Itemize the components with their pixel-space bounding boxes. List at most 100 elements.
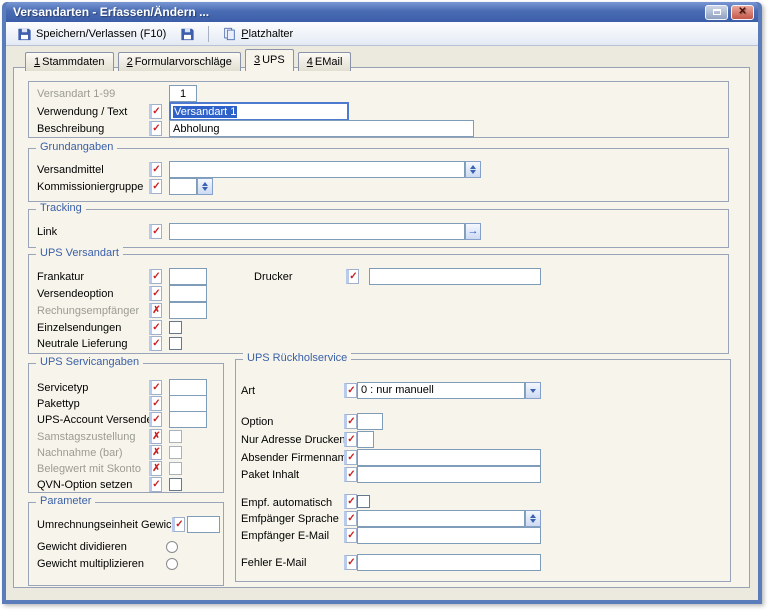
save-exit-button[interactable]: Speichern/Verlassen (F10)	[12, 24, 171, 44]
versandmittel-spinner-icon[interactable]	[465, 161, 481, 178]
fehler-email-input[interactable]	[357, 554, 541, 571]
rechnungsempfaenger-edit-flag-icon[interactable]: ✗	[149, 303, 162, 318]
placeholder-button[interactable]: Platzhalter	[217, 24, 298, 44]
versandart-input[interactable]	[169, 85, 197, 102]
nur-adresse-drucken-input[interactable]	[357, 431, 374, 448]
tab-email[interactable]: 4 EMail	[297, 52, 352, 71]
einzelsendungen-label: Einzelsendungen	[37, 322, 122, 334]
verwendung-edit-flag-icon[interactable]: ✓	[149, 104, 162, 119]
frankatur-edit-flag-icon[interactable]: ✓	[149, 269, 162, 284]
toolbar-separator	[208, 25, 210, 42]
samstagszustellung-checkbox[interactable]	[169, 430, 182, 443]
servicetyp-input[interactable]	[169, 379, 207, 396]
servicetyp-edit-flag-icon[interactable]: ✓	[149, 380, 162, 395]
versandmittel-edit-flag-icon[interactable]: ✓	[149, 162, 162, 177]
empf-automatisch-checkbox[interactable]	[357, 495, 370, 508]
belegwert-label: Belegwert mit Skonto	[37, 463, 141, 475]
beschreibung-label: Beschreibung	[37, 123, 105, 135]
versendeoption-input[interactable]	[169, 285, 207, 302]
versandmittel-combo-input[interactable]	[169, 161, 465, 178]
pakettyp-input[interactable]	[169, 395, 207, 412]
fehler-email-edit-flag-icon[interactable]: ✓	[344, 555, 357, 570]
close-button[interactable]: ✕	[731, 4, 754, 20]
kommissioniergruppe-spinner-icon[interactable]	[197, 178, 213, 195]
paket-inhalt-edit-flag-icon[interactable]: ✓	[344, 467, 357, 482]
close-icon: ✕	[738, 6, 747, 17]
samstagszustellung-edit-flag-icon[interactable]: ✗	[149, 429, 162, 444]
empfaenger-sprache-spinner-icon[interactable]	[525, 510, 541, 527]
gewicht-dividieren-label: Gewicht dividieren	[37, 541, 127, 553]
link-label: Link	[37, 226, 58, 238]
nachnahme-edit-flag-icon[interactable]: ✗	[149, 445, 162, 460]
link-go-button[interactable]: →	[465, 223, 481, 240]
einzelsendungen-checkbox[interactable]	[169, 321, 182, 334]
group-parameter-title: Parameter	[36, 495, 96, 507]
pakettyp-edit-flag-icon[interactable]: ✓	[149, 396, 162, 411]
qvn-option-edit-flag-icon[interactable]: ✓	[149, 477, 162, 492]
drucker-edit-flag-icon[interactable]: ✓	[346, 269, 359, 284]
gewicht-multiplizieren-radio[interactable]	[166, 558, 178, 570]
umrechnungseinheit-edit-flag-icon[interactable]: ✓	[172, 517, 185, 532]
ups-account-input[interactable]	[169, 411, 207, 428]
tab-page-ups: Versandart 1-99 Verwendung / Text ✓ Vers…	[13, 67, 750, 588]
save-icon	[18, 28, 31, 40]
umrechnungseinheit-label: Umrechnungseinheit Gewicht	[37, 519, 181, 531]
window-body: Speichern/Verlassen (F10) Platzhalter 1S…	[6, 22, 758, 600]
beschreibung-input[interactable]	[169, 120, 474, 137]
rechnungsempfaenger-input[interactable]	[169, 302, 207, 319]
option-edit-flag-icon[interactable]: ✓	[344, 414, 357, 429]
art-combobox[interactable]: 0 : nur manuell	[357, 382, 525, 399]
restore-button[interactable]	[705, 4, 728, 20]
rechnungsempfaenger-label: Rechungsempfänger	[37, 305, 140, 317]
ups-account-edit-flag-icon[interactable]: ✓	[149, 412, 162, 427]
empf-automatisch-edit-flag-icon[interactable]: ✓	[344, 494, 357, 509]
tabstrip: 1 Stammdaten 2 Formularvorschläge 3 UPS 4 EM…	[25, 49, 352, 71]
group-ups-versandart-title: UPS Versandart	[36, 247, 123, 259]
kommissioniergruppe-input[interactable]	[169, 178, 197, 195]
umrechnungseinheit-input[interactable]	[187, 516, 220, 533]
ups-account-label: UPS-Account Versender	[37, 414, 157, 426]
option-label: Option	[241, 416, 274, 428]
link-input[interactable]	[169, 223, 465, 240]
verwendung-input[interactable]: Versandart 1	[169, 102, 349, 121]
empfaenger-email-edit-flag-icon[interactable]: ✓	[344, 528, 357, 543]
nur-adresse-drucken-edit-flag-icon[interactable]: ✓	[344, 432, 357, 447]
frankatur-input[interactable]	[169, 268, 207, 285]
tab-formularvorschlaege[interactable]: 2 Formularvorschläge	[117, 52, 241, 71]
tab-stammdaten[interactable]: 1 Stammdaten	[25, 52, 114, 71]
drucker-input[interactable]	[369, 268, 541, 285]
empfaenger-sprache-combo-input[interactable]	[357, 510, 525, 527]
kommissioniergruppe-label: Kommissioniergruppe	[37, 181, 144, 193]
group-ups-rueckholservice-title: UPS Rückholservice	[243, 352, 352, 364]
versandmittel-label: Versandmittel	[37, 164, 104, 176]
empfaenger-sprache-edit-flag-icon[interactable]: ✓	[344, 511, 357, 526]
beschreibung-edit-flag-icon[interactable]: ✓	[149, 121, 162, 136]
belegwert-edit-flag-icon[interactable]: ✗	[149, 461, 162, 476]
art-dropdown-icon[interactable]	[525, 382, 541, 399]
neutrale-lieferung-checkbox[interactable]	[169, 337, 182, 350]
option-input[interactable]	[357, 413, 383, 430]
empfaenger-email-input[interactable]	[357, 527, 541, 544]
kommissioniergruppe-edit-flag-icon[interactable]: ✓	[149, 179, 162, 194]
verwendung-label: Verwendung / Text	[37, 106, 128, 118]
empfaenger-email-label: Empfänger E-Mail	[241, 530, 330, 542]
paket-inhalt-input[interactable]	[357, 466, 541, 483]
titlebar[interactable]: Versandarten - Erfassen/Ändern ... ✕	[6, 2, 758, 22]
absender-firmenname-edit-flag-icon[interactable]: ✓	[344, 450, 357, 465]
qvn-option-checkbox[interactable]	[169, 478, 182, 491]
neutrale-lieferung-edit-flag-icon[interactable]: ✓	[149, 336, 162, 351]
tab-ups[interactable]: 3 UPS	[244, 49, 294, 71]
versendeoption-label: Versendeoption	[37, 288, 114, 300]
link-edit-flag-icon[interactable]: ✓	[149, 224, 162, 239]
einzelsendungen-edit-flag-icon[interactable]: ✓	[149, 320, 162, 335]
versendeoption-edit-flag-icon[interactable]: ✓	[149, 286, 162, 301]
drucker-label: Drucker	[254, 271, 293, 283]
nachnahme-checkbox[interactable]	[169, 446, 182, 459]
save-button[interactable]	[175, 24, 200, 44]
belegwert-checkbox[interactable]	[169, 462, 182, 475]
absender-firmenname-input[interactable]	[357, 449, 541, 466]
gewicht-dividieren-radio[interactable]	[166, 541, 178, 553]
art-edit-flag-icon[interactable]: ✓	[344, 383, 357, 398]
empfaenger-sprache-label: Emfpänger Sprache	[241, 513, 339, 525]
qvn-option-label: QVN-Option setzen	[37, 479, 133, 491]
